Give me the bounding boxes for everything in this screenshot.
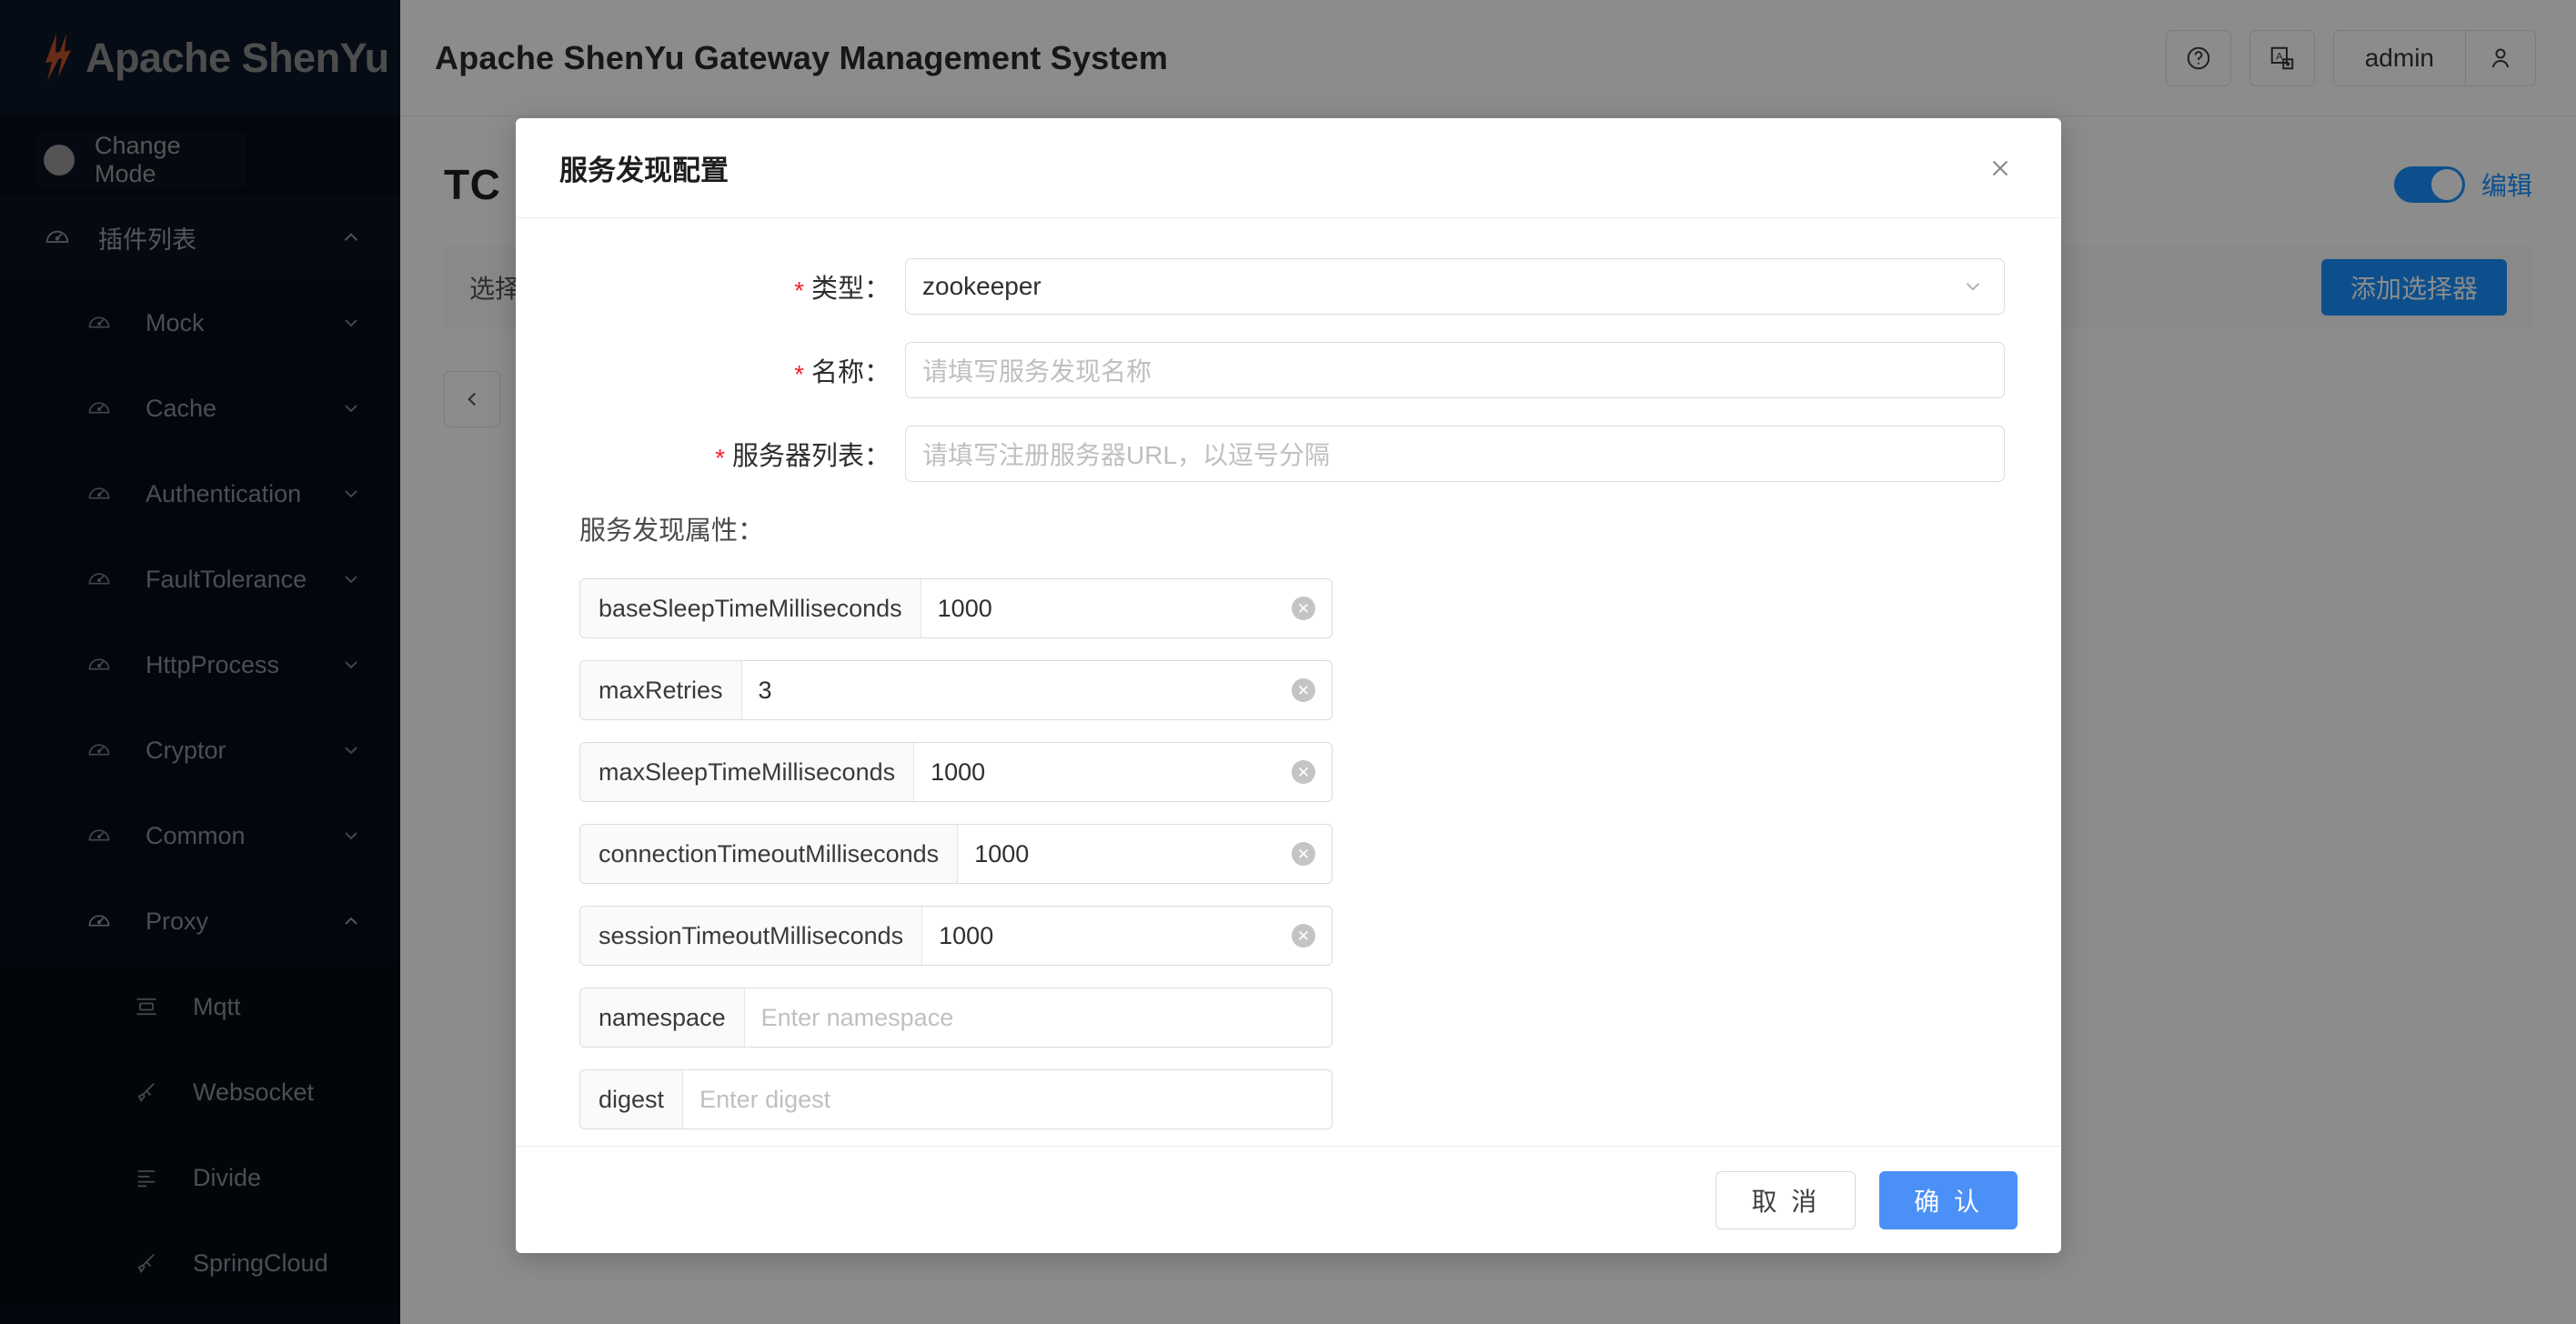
server-list-input-placeholder: 请填写注册服务器URL，以逗号分隔: [922, 441, 1331, 469]
form-row-server-list: * 服务器列表： 请填写注册服务器URL，以逗号分隔: [559, 426, 2005, 482]
prop-row: digest Enter digest: [579, 1069, 1333, 1129]
close-icon[interactable]: [1979, 147, 2021, 189]
type-field-wrap: zookeeper: [905, 258, 2005, 315]
type-label: * 类型：: [559, 267, 905, 306]
prop-value-text: 1000: [937, 594, 992, 622]
required-asterisk: *: [715, 444, 725, 472]
name-input[interactable]: 请填写服务发现名称: [905, 342, 2005, 398]
prop-value-text: 1000: [939, 921, 994, 949]
clear-icon[interactable]: ✕: [1292, 924, 1315, 948]
prop-row: maxSleepTimeMilliseconds 1000 ✕: [579, 742, 1333, 802]
required-asterisk: *: [794, 276, 804, 305]
prop-row: maxRetries 3 ✕: [579, 660, 1333, 720]
prop-key: sessionTimeoutMilliseconds: [580, 907, 923, 965]
form-row-name: * 名称： 请填写服务发现名称: [559, 342, 2005, 398]
prop-value-placeholder: Enter namespace: [760, 1003, 954, 1031]
service-discovery-dialog: 服务发现配置 * 类型： zookeeper * 名称： 请填写服务发现名称 *…: [516, 118, 2061, 1253]
prop-key: maxRetries: [580, 661, 742, 719]
prop-value-text: 1000: [931, 757, 986, 786]
prop-key: namespace: [580, 988, 745, 1047]
server-list-input[interactable]: 请填写注册服务器URL，以逗号分隔: [905, 426, 2005, 482]
prop-key: connectionTimeoutMilliseconds: [580, 825, 959, 883]
dialog-header: 服务发现配置: [516, 118, 2061, 218]
dialog-footer: 取 消 确 认: [516, 1146, 2061, 1253]
prop-value-input[interactable]: 1000 ✕: [921, 579, 1332, 637]
type-label-text: 类型：: [810, 275, 891, 304]
prop-row: namespace Enter namespace: [579, 988, 1333, 1048]
prop-row: baseSleepTimeMilliseconds 1000 ✕: [579, 578, 1333, 638]
server-list-field-wrap: 请填写注册服务器URL，以逗号分隔: [905, 426, 2005, 482]
required-asterisk: *: [794, 360, 804, 388]
prop-value-input[interactable]: Enter namespace: [745, 988, 1332, 1047]
prop-key: baseSleepTimeMilliseconds: [580, 579, 921, 637]
server-list-label-text: 服务器列表：: [731, 442, 891, 471]
clear-icon[interactable]: ✕: [1292, 760, 1315, 784]
prop-value-text: 3: [758, 676, 772, 704]
name-input-placeholder: 请填写服务发现名称: [922, 357, 1152, 386]
prop-row: sessionTimeoutMilliseconds 1000 ✕: [579, 906, 1333, 966]
chevron-down-icon: [1958, 272, 1987, 301]
type-select-value: zookeeper: [922, 272, 1041, 300]
dialog-title: 服务发现配置: [559, 155, 729, 186]
prop-value-placeholder: Enter digest: [699, 1085, 831, 1113]
type-select[interactable]: zookeeper: [905, 258, 2005, 315]
dialog-body: * 类型： zookeeper * 名称： 请填写服务发现名称 * 服务器列表：…: [516, 218, 2061, 1146]
prop-key: maxSleepTimeMilliseconds: [580, 743, 915, 801]
name-label: * 名称：: [559, 351, 905, 389]
prop-key: digest: [580, 1070, 684, 1128]
clear-icon[interactable]: ✕: [1292, 597, 1315, 620]
clear-icon[interactable]: ✕: [1292, 842, 1315, 866]
cancel-button[interactable]: 取 消: [1716, 1170, 1857, 1229]
prop-value-input[interactable]: 1000 ✕: [922, 907, 1332, 965]
prop-row: connectionTimeoutMilliseconds 1000 ✕: [579, 824, 1333, 884]
name-label-text: 名称：: [810, 358, 891, 387]
prop-value-text: 1000: [974, 839, 1030, 868]
prop-value-input[interactable]: 1000 ✕: [914, 743, 1332, 801]
prop-value-input[interactable]: 1000 ✕: [958, 825, 1332, 883]
server-list-label: * 服务器列表：: [559, 435, 905, 473]
name-field-wrap: 请填写服务发现名称: [905, 342, 2005, 398]
clear-icon[interactable]: ✕: [1292, 678, 1315, 702]
confirm-button[interactable]: 确 认: [1879, 1170, 2018, 1229]
form-row-type: * 类型： zookeeper: [559, 258, 2005, 315]
discovery-props-grid: baseSleepTimeMilliseconds 1000 ✕ maxRetr…: [559, 578, 2005, 1129]
prop-value-input[interactable]: Enter digest: [683, 1070, 1332, 1128]
prop-value-input[interactable]: 3 ✕: [742, 661, 1332, 719]
discovery-props-label: 服务发现属性：: [579, 517, 765, 546]
